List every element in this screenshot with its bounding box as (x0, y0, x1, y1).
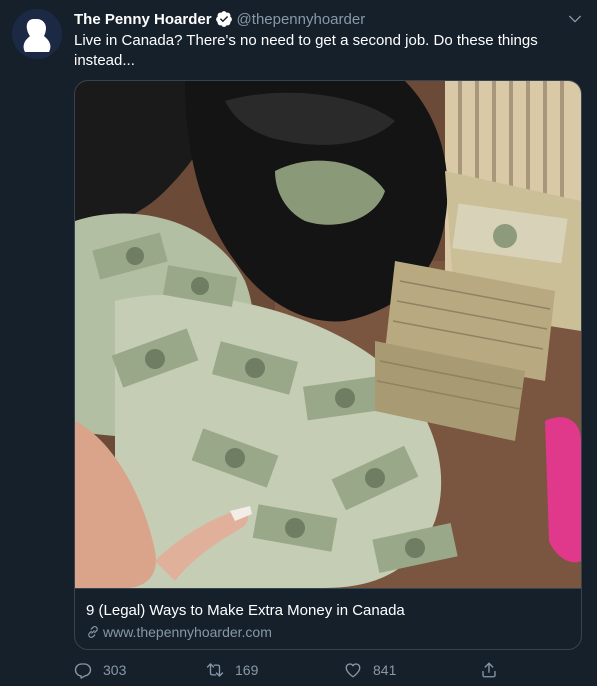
money-photo-icon (75, 81, 581, 588)
tweet-actions: 303 169 841 (74, 658, 582, 682)
silhouette-logo-icon (12, 9, 62, 59)
heart-icon (345, 663, 361, 678)
card-image[interactable] (75, 81, 581, 588)
like-button[interactable]: 841 (344, 658, 396, 682)
tweet-header: The Penny Hoarder @thepennyhoarder (74, 8, 365, 30)
handle[interactable]: @thepennyhoarder (237, 11, 366, 28)
tweet-text: Live in Canada? There's no need to get a… (74, 32, 538, 69)
card-link-text[interactable]: www.thepennyhoarder.com (103, 624, 272, 640)
verified-badge-icon (215, 10, 233, 28)
link-icon (88, 626, 98, 638)
chevron-down-icon[interactable] (567, 11, 583, 27)
display-name[interactable]: The Penny Hoarder (74, 11, 212, 28)
card-title[interactable]: 9 (Legal) Ways to Make Extra Money in Ca… (86, 602, 405, 619)
reply-button[interactable]: 303 (74, 658, 126, 682)
tweet[interactable]: The Penny Hoarder @thepennyhoarder Live … (0, 0, 597, 686)
reply-icon (74, 663, 92, 679)
link-card[interactable]: 9 (Legal) Ways to Make Extra Money in Ca… (74, 80, 582, 650)
retweet-icon (206, 663, 224, 677)
like-count: 841 (373, 662, 397, 678)
card-body[interactable]: 9 (Legal) Ways to Make Extra Money in Ca… (75, 588, 581, 649)
card-link[interactable]: www.thepennyhoarder.com (86, 624, 272, 640)
retweet-button[interactable]: 169 (206, 658, 258, 682)
avatar[interactable] (12, 9, 62, 59)
reply-count: 303 (103, 662, 127, 678)
share-button[interactable] (480, 658, 498, 682)
retweet-count: 169 (235, 662, 259, 678)
share-icon (482, 662, 496, 678)
